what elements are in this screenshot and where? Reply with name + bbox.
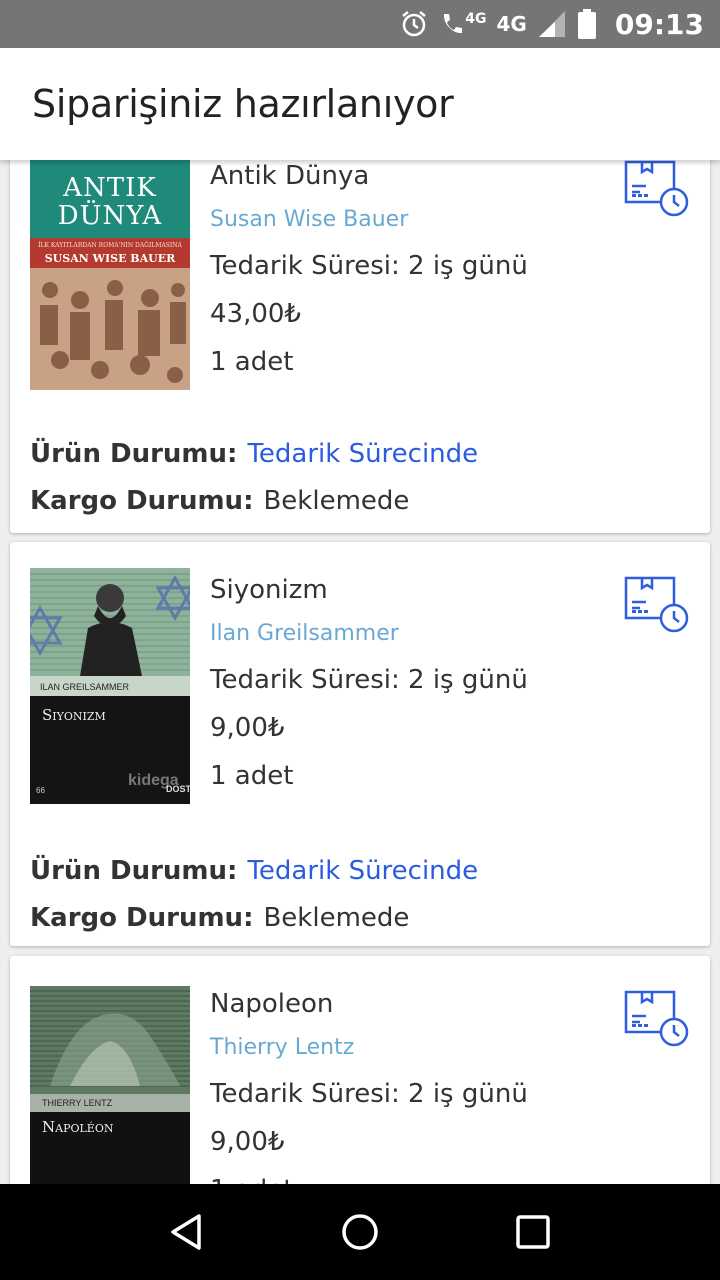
item-info: Napoleon Thierry Lentz Tedarik Süresi: 2… (210, 988, 528, 1184)
item-quantity: 1 adet (210, 347, 294, 377)
item-author[interactable]: Susan Wise Bauer (210, 206, 528, 234)
product-status-value: Tedarik Sürecinde (247, 439, 479, 469)
item-info: Antik Dünya Susan Wise Bauer Tedarik Sür… (210, 160, 528, 378)
product-status-label: Ürün Durumu: (30, 856, 238, 886)
item-price: 43,00₺ (210, 299, 301, 329)
cover-author: ILAN GREILSAMMER (40, 682, 130, 692)
cargo-status-row: Kargo Durumu: Beklemede (30, 903, 409, 933)
clock: 09:13 (614, 7, 704, 41)
book-cover-napoleon[interactable]: THIERRY LENTZ Napoléon (30, 986, 190, 1184)
item-supply-time: Tedarik Süresi: 2 iş günü (210, 1079, 528, 1109)
cargo-status-row: Kargo Durumu: Beklemede (30, 486, 409, 516)
cover-title: Siyonizm (42, 706, 106, 724)
cover-subtitle: İLK KAYITLARDAN ROMA'NIN DAĞILMASINA (38, 242, 182, 249)
package-pending-icon[interactable] (624, 572, 690, 634)
product-status-row: Ürün Durumu: Tedarik Sürecinde (30, 439, 478, 469)
item-supply-time: Tedarik Süresi: 2 iş günü (210, 665, 528, 695)
item-author[interactable]: Ilan Greilsammer (210, 620, 528, 648)
item-quantity: 1 adet (210, 761, 294, 791)
recents-icon[interactable] (513, 1212, 553, 1252)
item-quantity: 1 adet (210, 1174, 528, 1184)
network-label: 4G (496, 12, 527, 36)
product-status-value: Tedarik Sürecinde (247, 856, 479, 886)
status-bar: 4G 4G 09:13 (0, 0, 720, 48)
package-pending-icon[interactable] (624, 986, 690, 1048)
back-icon[interactable] (167, 1212, 207, 1252)
item-supply-time: Tedarik Süresi: 2 iş günü (210, 251, 528, 281)
cargo-status-label: Kargo Durumu: (30, 486, 254, 516)
product-status-row: Ürün Durumu: Tedarik Sürecinde (30, 856, 478, 886)
order-item-card[interactable]: ANTIK DÜNYA İLK KAYITLARDAN ROMA'NIN DAĞ… (10, 160, 710, 533)
package-pending-icon[interactable] (624, 160, 690, 218)
app-bar: Siparişiniz hazırlanıyor (0, 48, 720, 160)
battery-icon (577, 9, 596, 39)
item-info: Siyonizm Ilan Greilsammer Tedarik Süresi… (210, 574, 528, 792)
item-title[interactable]: Napoleon (210, 988, 528, 1020)
book-cover-antik-dunya[interactable]: ANTIK DÜNYA İLK KAYITLARDAN ROMA'NIN DAĞ… (30, 160, 190, 390)
cargo-status-label: Kargo Durumu: (30, 903, 254, 933)
cover-author: THIERRY LENTZ (42, 1098, 113, 1108)
alarm-icon (402, 11, 427, 37)
cargo-status-value: Beklemede (263, 486, 410, 516)
home-icon[interactable] (340, 1212, 380, 1252)
item-price: 9,00₺ (210, 1127, 285, 1157)
cover-author: SUSAN WISE BAUER (44, 252, 176, 265)
cargo-status-value: Beklemede (263, 903, 410, 933)
signal-icon (538, 11, 565, 37)
product-status-label: Ürün Durumu: (30, 439, 238, 469)
navigation-bar (0, 1184, 720, 1280)
book-cover-siyonizm[interactable]: ILAN GREILSAMMER Siyonizm 66 kidega DOST (30, 568, 190, 804)
volte-call-icon: 4G (439, 10, 487, 38)
cover-publisher: DOST (166, 784, 190, 794)
cover-title: Napoléon (42, 1118, 114, 1136)
item-author[interactable]: Thierry Lentz (210, 1034, 528, 1062)
cover-number: 66 (36, 786, 45, 795)
item-price: 9,00₺ (210, 713, 285, 743)
order-list[interactable]: ANTIK DÜNYA İLK KAYITLARDAN ROMA'NIN DAĞ… (0, 160, 720, 1184)
order-item-card[interactable]: THIERRY LENTZ Napoléon Napoleon Thierry … (10, 956, 710, 1184)
page-title: Siparişiniz hazırlanıyor (32, 82, 454, 126)
item-title[interactable]: Antik Dünya (210, 160, 528, 192)
order-item-card[interactable]: ILAN GREILSAMMER Siyonizm 66 kidega DOST… (10, 542, 710, 946)
network-small-label: 4G (465, 11, 487, 27)
cover-title-line2: DÜNYA (57, 201, 163, 231)
item-title[interactable]: Siyonizm (210, 574, 528, 606)
cover-title-line1: ANTIK (63, 173, 157, 203)
